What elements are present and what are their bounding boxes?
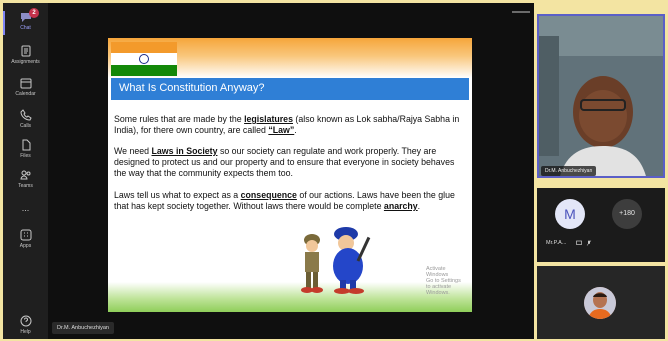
presentation-slide: What Is Constitution Anyway? Some rules …	[108, 38, 472, 312]
slide-title: What Is Constitution Anyway?	[119, 82, 265, 94]
p1-text-a: Some rules that are made by the	[114, 114, 245, 124]
activate-windows-watermark: Activate Windows Go to Settings to activ…	[426, 266, 466, 296]
p1-emphasis-law: “Law”	[268, 125, 295, 135]
rail-label-calls: Calls	[19, 123, 32, 129]
speaker-name-label: Dr.M. Anbuchezhiyan	[541, 166, 597, 176]
more-participants-button[interactable]: +180	[612, 199, 642, 229]
slide-paragraph-3: Laws tell us what to expect as a consequ…	[114, 190, 466, 212]
slide-paragraph-1: Some rules that are made by the legislat…	[114, 114, 466, 136]
participant-name: Mr.P.A...	[546, 240, 567, 246]
calls-icon	[19, 109, 32, 121]
p3-emphasis-anarchy: anarchy	[383, 201, 418, 211]
rail-item-calendar[interactable]: Calendar	[3, 77, 48, 97]
slide-title-bar: What Is Constitution Anyway?	[111, 78, 469, 100]
ashoka-chakra-icon	[139, 54, 149, 64]
p3-text-a: Laws tell us what to expect as a	[114, 190, 241, 200]
files-icon	[22, 139, 30, 151]
rail-label-apps: Apps	[19, 243, 32, 249]
mic-muted-icon	[586, 240, 592, 246]
more-icon: ...	[21, 203, 30, 213]
rail-item-apps[interactable]: Apps	[3, 229, 48, 249]
rail-label-teams: Teams	[18, 183, 33, 189]
p2-text-a: We need	[114, 146, 152, 156]
rail-label-calendar: Calendar	[15, 91, 36, 97]
presenter-name-tag: Dr.M. Anbuchezhiyan	[52, 322, 114, 334]
police-cartoon-image	[301, 227, 371, 294]
teams-icon	[19, 170, 30, 180]
rail-item-assignments[interactable]: Assignments	[3, 45, 48, 65]
self-avatar-image	[584, 287, 616, 319]
rail-item-more[interactable]: ...	[3, 203, 48, 213]
participants-pane	[537, 188, 665, 262]
rail-item-files[interactable]: Files	[3, 139, 48, 159]
speaker-video-tile[interactable]	[537, 14, 665, 178]
p1-emphasis-legislatures: legislatures	[244, 114, 293, 124]
calendar-icon	[20, 78, 31, 89]
rail-label-help: Help	[20, 329, 31, 335]
screen-share-icon	[576, 240, 582, 245]
help-icon	[20, 315, 31, 327]
rail-item-chat[interactable]: 2 Chat	[3, 8, 48, 31]
p3-emphasis-consequence: consequence	[240, 190, 297, 200]
watermark-line-1: Activate Windows	[426, 266, 449, 278]
stage-handle	[512, 11, 530, 13]
watermark-line-2: Go to Settings to activate Windows.	[426, 278, 461, 296]
p2-emphasis-laws-in-society: Laws in Society	[151, 146, 218, 156]
apps-icon	[20, 229, 31, 241]
rail-label-assignments: Assignments	[11, 59, 40, 65]
assignments-icon	[21, 45, 30, 57]
rail-item-teams[interactable]: Teams	[3, 169, 48, 189]
speaker-video-image	[539, 16, 663, 176]
slide-paragraph-2: We need Laws in Society so our society c…	[114, 146, 466, 179]
chat-badge: 2	[29, 8, 39, 18]
india-flag-image	[111, 42, 177, 76]
self-avatar-photo[interactable]	[584, 287, 616, 319]
participant-avatar[interactable]: M	[555, 199, 585, 229]
rail-item-help[interactable]: Help	[3, 315, 48, 335]
p3-text-e: .	[417, 201, 421, 211]
rail-label-files: Files	[20, 153, 31, 159]
rail-item-calls[interactable]: Calls	[3, 109, 48, 129]
app-rail: 2 Chat Assignments Calendar Calls Files …	[3, 3, 48, 339]
rail-label-chat: Chat	[20, 25, 31, 31]
p1-text-e: .	[294, 125, 297, 135]
